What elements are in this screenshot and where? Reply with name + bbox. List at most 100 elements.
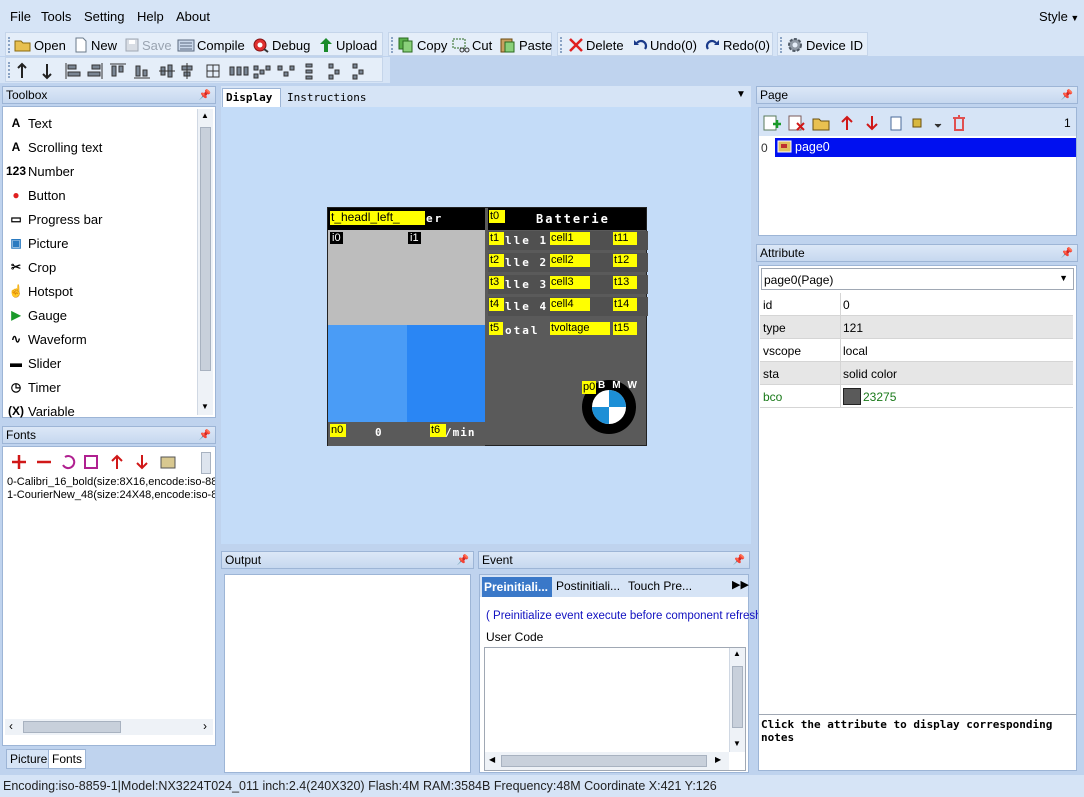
menu-about[interactable]: About [176, 9, 210, 24]
scroll-left-icon[interactable]: ‹ [9, 719, 13, 733]
tvoltage-label[interactable]: tvoltage [550, 322, 610, 335]
cell-id-label[interactable]: t4 [489, 298, 504, 311]
tab-touch-press[interactable]: Touch Pre... [628, 579, 692, 593]
delete-button[interactable]: Delete [568, 36, 624, 54]
toolbar-grip[interactable] [780, 37, 783, 53]
pin-icon[interactable]: 📌 [1061, 246, 1073, 262]
cell-id-label[interactable]: t2 [489, 254, 504, 267]
chevron-down-icon[interactable]: ▼ [1059, 273, 1068, 283]
toolbar-grip[interactable] [8, 62, 11, 78]
tab-display[interactable]: Display [222, 88, 281, 107]
scroll-left-icon[interactable]: ◀ [489, 755, 495, 764]
cell-id-label[interactable]: t3 [489, 276, 504, 289]
attribute-row[interactable]: bco 23275 [760, 385, 1073, 408]
compile-button[interactable]: Compile [177, 36, 245, 54]
pin-icon[interactable]: 📌 [199, 428, 211, 444]
scroll-down-icon[interactable]: ▼ [201, 402, 209, 411]
pin-icon[interactable]: 📌 [733, 553, 745, 569]
cell-right-label[interactable]: t13 [613, 276, 637, 289]
font-item[interactable]: 0-Calibri_16_bold(size:8X16,encode:iso-8… [7, 476, 215, 488]
pin-icon[interactable]: 📌 [457, 553, 469, 569]
debug-button[interactable]: Debug [252, 36, 310, 54]
id-button[interactable]: ID [850, 36, 863, 54]
cell-right-label[interactable]: t14 [613, 298, 637, 311]
menu-file[interactable]: File [10, 9, 31, 24]
cell-right-label[interactable]: t12 [613, 254, 637, 267]
scroll-thumb[interactable] [200, 127, 211, 371]
fonts-toolbar-overflow[interactable] [201, 452, 211, 474]
menu-tools[interactable]: Tools [41, 9, 71, 24]
user-code-editor[interactable]: ▲ ▼ ◀ ▶ [484, 647, 746, 771]
t5-label[interactable]: t5 [489, 322, 503, 335]
component-select[interactable]: page0(Page) ▼ [761, 268, 1074, 290]
scroll-right-icon[interactable]: › [203, 719, 207, 733]
attribute-value[interactable]: solid color [843, 367, 897, 381]
redo-button[interactable]: Redo(0) [705, 36, 770, 54]
toolbox-item[interactable]: (X) Variable [7, 400, 75, 422]
undo-button[interactable]: Undo(0) [632, 36, 697, 54]
pin-icon[interactable]: 📌 [199, 88, 211, 104]
tab-fonts[interactable]: Fonts [48, 749, 87, 769]
i0-label[interactable]: i0 [330, 232, 343, 244]
toolbox-vscrollbar[interactable]: ▲ ▼ [197, 109, 213, 415]
cell-value-label[interactable]: cell4 [550, 298, 590, 311]
attribute-row[interactable]: type 121 [760, 316, 1073, 339]
attribute-value[interactable]: 0 [843, 298, 850, 312]
tab-picture[interactable]: Picture [6, 749, 52, 769]
attribute-row[interactable]: id 0 [760, 293, 1073, 316]
menu-style[interactable]: Style ▼ [1039, 9, 1079, 24]
toolbox-item[interactable]: ▬ Slider [7, 352, 61, 374]
t6-label[interactable]: t6 [430, 424, 446, 437]
toolbox-item[interactable]: ☝ Hotspot [7, 280, 73, 302]
cell-id-label[interactable]: t1 [489, 232, 504, 245]
cell-value-label[interactable]: cell2 [550, 254, 590, 267]
code-vscrollbar[interactable]: ▲ ▼ [729, 648, 745, 752]
color-swatch[interactable] [843, 388, 861, 405]
toolbox-item[interactable]: ◷ Timer [7, 376, 61, 398]
toolbox-item[interactable]: A Text [7, 112, 52, 134]
tab-instructions[interactable]: Instructions [283, 88, 370, 107]
fonts-hscrollbar[interactable]: ‹ › [5, 719, 213, 735]
cell-value-label[interactable]: cell3 [550, 276, 590, 289]
toolbox-item[interactable]: ▶ Gauge [7, 304, 67, 326]
menu-help[interactable]: Help [137, 9, 164, 24]
scroll-down-icon[interactable]: ▼ [733, 739, 741, 748]
toolbar-grip[interactable] [391, 37, 394, 53]
new-button[interactable]: New [73, 36, 117, 54]
scroll-up-icon[interactable]: ▲ [733, 649, 741, 658]
attribute-value[interactable]: 23275 [863, 390, 896, 404]
toolbox-item[interactable]: ✂ Crop [7, 256, 56, 278]
toolbar-grip[interactable] [8, 37, 11, 53]
toolbox-item[interactable]: ● Button [7, 184, 65, 206]
i1-label[interactable]: i1 [408, 232, 421, 244]
paste-button[interactable]: Paste [499, 36, 552, 54]
p0-label[interactable]: p0 [582, 381, 596, 394]
menu-setting[interactable]: Setting [84, 9, 124, 24]
toolbox-item[interactable]: ▣ Picture [7, 232, 68, 254]
attribute-row[interactable]: sta solid color [760, 362, 1073, 385]
page-row-selected[interactable]: page0 [775, 138, 1076, 157]
lcd-screen[interactable]: t_headl_left_ er t0 Batterie i0 i1 n0 0 … [327, 207, 648, 446]
n0-label[interactable]: n0 [330, 424, 346, 437]
attribute-value[interactable]: local [843, 344, 868, 358]
upload-button[interactable]: Upload [318, 36, 377, 54]
toolbox-item[interactable]: ▭ Progress bar [7, 208, 102, 230]
scroll-up-icon[interactable]: ▲ [201, 111, 209, 120]
open-button[interactable]: Open [14, 36, 66, 54]
t15-label[interactable]: t15 [613, 322, 637, 335]
output-area[interactable] [224, 574, 471, 773]
code-hscrollbar[interactable]: ◀ ▶ [485, 752, 729, 770]
save-button[interactable]: Save [124, 36, 172, 54]
copy-button[interactable]: Copy [397, 36, 447, 54]
toolbox-item[interactable]: A Scrolling text [7, 136, 103, 158]
cell-value-label[interactable]: cell1 [550, 232, 590, 245]
device-button[interactable]: Device [786, 36, 846, 54]
scroll-thumb[interactable] [732, 666, 743, 728]
t0-label[interactable]: t0 [489, 210, 505, 223]
cut-button[interactable]: Cut [452, 36, 492, 54]
tab-preinitialize[interactable]: Preinitiali... [482, 577, 552, 597]
toolbox-item[interactable]: 123 Number [6, 160, 74, 182]
scroll-thumb[interactable] [23, 721, 121, 733]
toolbox-item[interactable]: ∿ Waveform [7, 328, 87, 350]
t-headl-label[interactable]: t_headl_left_ [330, 211, 425, 225]
